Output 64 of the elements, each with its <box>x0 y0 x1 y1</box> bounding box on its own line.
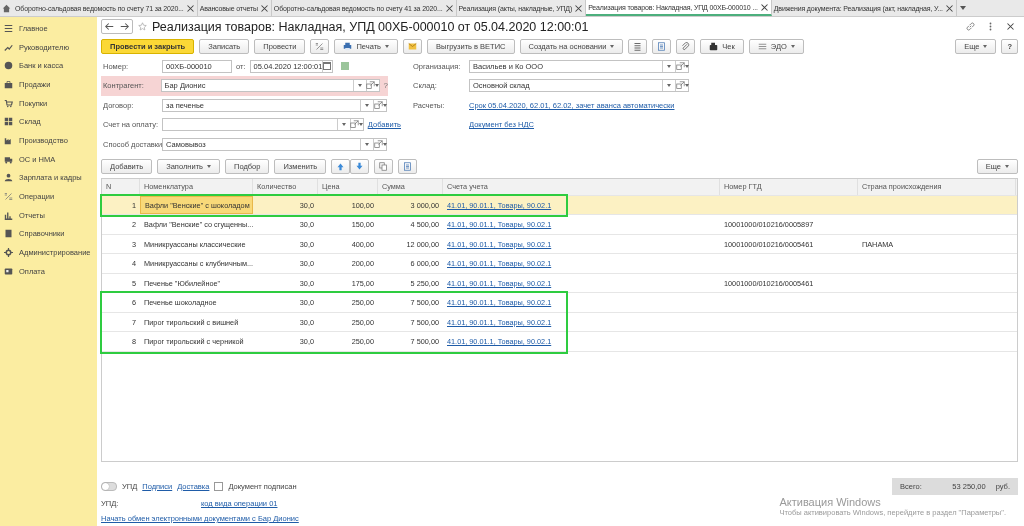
caret-icon <box>610 45 615 49</box>
back-arrow-icon[interactable] <box>105 22 114 32</box>
toggle-switch[interactable] <box>101 481 117 491</box>
close-icon[interactable] <box>574 3 584 13</box>
bag-icon <box>4 79 13 89</box>
paperclip-icon <box>681 42 691 52</box>
toolbar-button[interactable] <box>374 158 394 174</box>
menu-icon <box>4 23 13 33</box>
close-icon[interactable] <box>444 3 454 13</box>
close-icon[interactable] <box>185 3 195 13</box>
move-down-button[interactable] <box>350 158 370 174</box>
input-field[interactable] <box>162 118 364 132</box>
toolbar-button[interactable] <box>652 39 672 55</box>
down-arrow-icon <box>355 161 365 171</box>
open-icon[interactable] <box>350 120 360 130</box>
close-icon[interactable] <box>1006 22 1015 32</box>
list-icon <box>633 42 643 52</box>
lines-icon <box>757 42 767 52</box>
close-icon[interactable] <box>944 3 954 13</box>
toolbar-button[interactable] <box>403 39 423 55</box>
ledger-icon <box>315 42 325 52</box>
link-icon[interactable] <box>966 22 975 32</box>
dropdown-icon[interactable] <box>959 6 966 10</box>
person-icon <box>4 173 13 183</box>
checkbox[interactable] <box>214 481 224 491</box>
calendar-icon[interactable] <box>322 60 332 72</box>
printer-icon <box>343 42 353 52</box>
envelope-icon <box>408 42 418 52</box>
card-icon <box>4 266 13 276</box>
close-icon[interactable] <box>259 3 269 13</box>
navigation-buttons[interactable] <box>101 19 133 35</box>
forward-arrow-icon[interactable] <box>120 22 129 32</box>
factory-icon <box>4 135 13 145</box>
caret-icon <box>790 45 795 49</box>
trend-line-icon <box>4 42 13 52</box>
bar-chart-icon <box>4 210 13 220</box>
home-icon[interactable] <box>2 3 11 13</box>
close-icon[interactable] <box>759 2 769 12</box>
caret-icon <box>983 45 988 49</box>
toolbar-button[interactable] <box>628 39 648 55</box>
caret-icon <box>207 164 211 168</box>
settings-icon <box>4 248 13 258</box>
window-title: Реализация товаров: Накладная, УПД 00ХБ-000010 от 05.04.2020 12:00:01 <box>152 19 589 34</box>
toolbar-button[interactable] <box>310 39 330 55</box>
open-icon[interactable] <box>373 139 383 149</box>
open-icon[interactable] <box>675 61 685 71</box>
open-icon[interactable] <box>675 81 685 91</box>
up-arrow-icon <box>336 161 346 171</box>
grid-icon <box>4 117 13 127</box>
star-icon[interactable] <box>138 22 147 32</box>
move-up-button[interactable] <box>331 158 351 174</box>
truck-icon <box>4 154 13 164</box>
activation-title: Активация Windows <box>779 496 882 508</box>
cash-register-icon <box>709 42 719 52</box>
caret-icon <box>385 45 390 49</box>
open-icon[interactable] <box>366 81 376 91</box>
help-mark[interactable]: ? <box>383 81 388 91</box>
open-icon[interactable] <box>373 100 383 110</box>
caret-icon <box>1005 164 1009 168</box>
toolbar-button[interactable] <box>676 39 696 55</box>
ledger-icon <box>4 192 13 202</box>
cart-icon <box>4 98 13 108</box>
copy-icon <box>379 161 389 171</box>
toolbar-button[interactable] <box>398 158 418 174</box>
